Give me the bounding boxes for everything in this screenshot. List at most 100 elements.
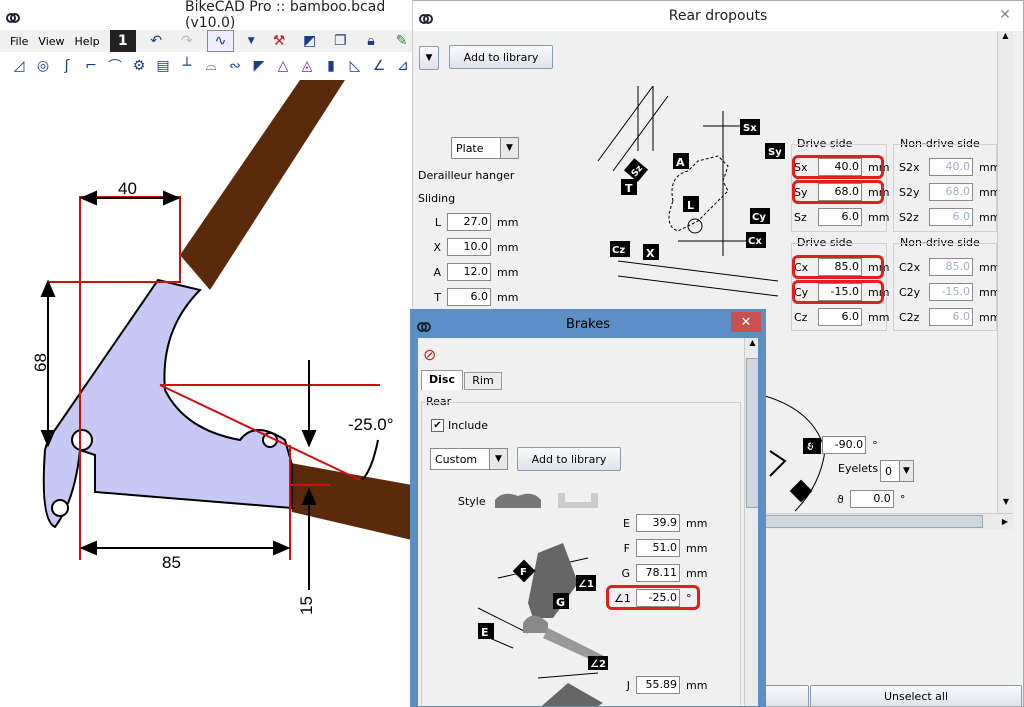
tag-angle1: ∠1 xyxy=(578,579,594,590)
menu-file[interactable]: File xyxy=(10,35,28,48)
lock-icon[interactable]: 🔒︎ xyxy=(361,30,382,52)
field-label: S2z xyxy=(899,210,919,224)
brake-E-input[interactable]: 39.9 xyxy=(636,514,680,532)
collapse-dropdown[interactable]: ▼ xyxy=(419,46,439,70)
paint-icon[interactable]: ✎ xyxy=(391,30,412,52)
style-option-b-icon[interactable] xyxy=(553,488,603,510)
non-drive-S2z-row: S2z 6.0 mm xyxy=(899,208,1000,226)
crank-icon[interactable]: ⚙ xyxy=(128,55,150,77)
field-label: ϑ xyxy=(837,492,844,506)
frame-icon[interactable]: ◿ xyxy=(8,55,30,77)
stem-icon[interactable]: ⌐ xyxy=(80,55,102,77)
menu-help[interactable]: Help xyxy=(75,35,100,48)
copy-icon[interactable]: ❐ xyxy=(330,30,351,52)
dropout-icon[interactable]: ◤ xyxy=(248,55,270,77)
param-label: A xyxy=(433,265,441,279)
unit: mm xyxy=(686,516,708,530)
dim-left-label: 68 xyxy=(31,353,50,372)
frame-drawing[interactable]: 40 68 85 15 -25.0° xyxy=(0,80,412,707)
pedal-icon[interactable]: ▤ xyxy=(152,55,174,77)
field-label: J xyxy=(626,678,630,692)
tag-G: G xyxy=(556,596,565,609)
tools-icon[interactable]: ⚒ xyxy=(269,30,290,52)
seatpost-icon[interactable]: ┴ xyxy=(176,55,198,77)
drafting-icon[interactable]: ⊿ xyxy=(392,55,412,77)
angle-label: -25.0° xyxy=(348,415,394,434)
triangle-icon[interactable]: ◺ xyxy=(344,55,366,77)
bottle-icon[interactable]: ▮ xyxy=(320,55,342,77)
style-option-a-icon[interactable] xyxy=(493,488,543,510)
scroll-down-icon[interactable]: ▼ xyxy=(998,497,1014,513)
derailleur-icon[interactable]: ∾ xyxy=(224,55,246,77)
dropout-style-select[interactable]: Plate ▼ xyxy=(451,137,519,159)
brake-preset-select[interactable]: Custom ▼ xyxy=(430,448,508,470)
field-label: C2y xyxy=(899,285,921,299)
field-label: C2z xyxy=(899,310,920,324)
tag-X: X xyxy=(646,247,655,260)
hscroll-thumb[interactable] xyxy=(753,515,983,528)
drive-Cz-input[interactable]: 6.0 xyxy=(818,308,862,326)
brake-preset-value: Custom xyxy=(435,452,478,466)
chain-stay-icon[interactable]: ◬ xyxy=(296,55,318,77)
brakes-vscroll-thumb[interactable] xyxy=(746,358,758,508)
dropdown-arrow-icon[interactable]: ▼ xyxy=(244,30,259,52)
seat-stay-icon[interactable]: △ xyxy=(272,55,294,77)
brake-type-icon[interactable]: ⊘ xyxy=(423,345,436,364)
handlebar-icon[interactable]: ⌒ xyxy=(104,55,126,77)
scroll-up-icon[interactable]: ▲ xyxy=(745,338,758,354)
param-X-input[interactable]: 10.0 xyxy=(447,238,491,256)
ruler-1-icon[interactable]: 1 xyxy=(109,30,136,52)
tag-T: T xyxy=(625,182,633,195)
add-to-library-button[interactable]: Add to library xyxy=(449,45,553,69)
left-bottom-button[interactable] xyxy=(763,685,809,706)
tab-rim[interactable]: Rim xyxy=(464,372,502,390)
non-drive-S2z-input[interactable]: 6.0 xyxy=(929,208,973,226)
fork-icon[interactable]: ʃ xyxy=(56,55,78,77)
param-A-input[interactable]: 12.0 xyxy=(447,263,491,281)
param-T-input[interactable]: 6.0 xyxy=(447,288,491,306)
eyelets-select[interactable]: 0 ▼ xyxy=(880,460,914,482)
non-drive-S2x-input[interactable]: 40.0 xyxy=(929,158,973,176)
brake-add-to-library-button[interactable]: Add to library xyxy=(517,447,621,471)
undo-icon[interactable]: ↶ xyxy=(146,30,167,52)
unit: mm xyxy=(686,678,708,692)
angle-icon[interactable]: ∠ xyxy=(368,55,390,77)
tag-Sx: Sx xyxy=(743,123,757,134)
graph-icon[interactable]: ∿ xyxy=(207,30,234,52)
tab-disc[interactable]: Disc xyxy=(421,370,463,390)
scroll-right-icon[interactable]: ▶ xyxy=(997,514,1013,530)
non-drive-C2z-input[interactable]: 6.0 xyxy=(929,308,973,326)
non-drive-C2x-input[interactable]: 85.0 xyxy=(929,258,973,276)
brakes-title: Brakes xyxy=(565,316,611,332)
brake-F-input[interactable]: 51.0 xyxy=(636,539,680,557)
brakes-vscroll[interactable]: ▲ xyxy=(744,338,758,706)
scroll-up-icon[interactable]: ▲ xyxy=(998,31,1013,47)
non-drive-S2y-row: S2y 68.0 mm xyxy=(899,183,1000,201)
close-icon[interactable]: ✕ xyxy=(731,312,761,332)
close-icon[interactable]: ✕ xyxy=(991,5,1019,25)
wheel-icon[interactable]: ◎ xyxy=(32,55,54,77)
tag-Cy: Cy xyxy=(752,212,766,223)
hanger-hole xyxy=(71,429,93,451)
phi-input[interactable]: 0.0 xyxy=(849,490,894,508)
param-L-input[interactable]: 27.0 xyxy=(447,213,491,231)
chevron-down-icon: ▼ xyxy=(500,138,518,158)
main-window: BikeCAD Pro :: bamboo.bcad (v10.0) File … xyxy=(0,0,412,707)
non-drive-C2y-row: C2y -15.0 mm xyxy=(899,283,1000,301)
drive-Sz-input[interactable]: 6.0 xyxy=(818,208,862,226)
non-drive-C2y-input[interactable]: -15.0 xyxy=(929,283,973,301)
unselect-all-button[interactable]: Unselect all xyxy=(810,685,1022,706)
frame-view-icon[interactable]: ◩ xyxy=(299,30,320,52)
eyelets-row: Eyelets xyxy=(838,462,878,475)
param-label: T xyxy=(434,290,441,304)
redo-icon[interactable]: ↷ xyxy=(177,30,198,52)
brake-J-input[interactable]: 55.89 xyxy=(636,676,680,694)
theta-input[interactable]: -90.0 xyxy=(822,436,867,454)
saddle-icon[interactable]: ⌓ xyxy=(200,55,222,77)
non-drive-S2y-input[interactable]: 68.0 xyxy=(929,183,973,201)
menu-view[interactable]: View xyxy=(38,35,64,48)
rear-dropouts-vscroll[interactable]: ▲ ▼ xyxy=(997,31,1013,513)
param-unit: mm xyxy=(497,240,519,254)
brake-G-input[interactable]: 78.11 xyxy=(636,564,680,582)
include-checkbox[interactable]: ✔ xyxy=(431,419,444,432)
